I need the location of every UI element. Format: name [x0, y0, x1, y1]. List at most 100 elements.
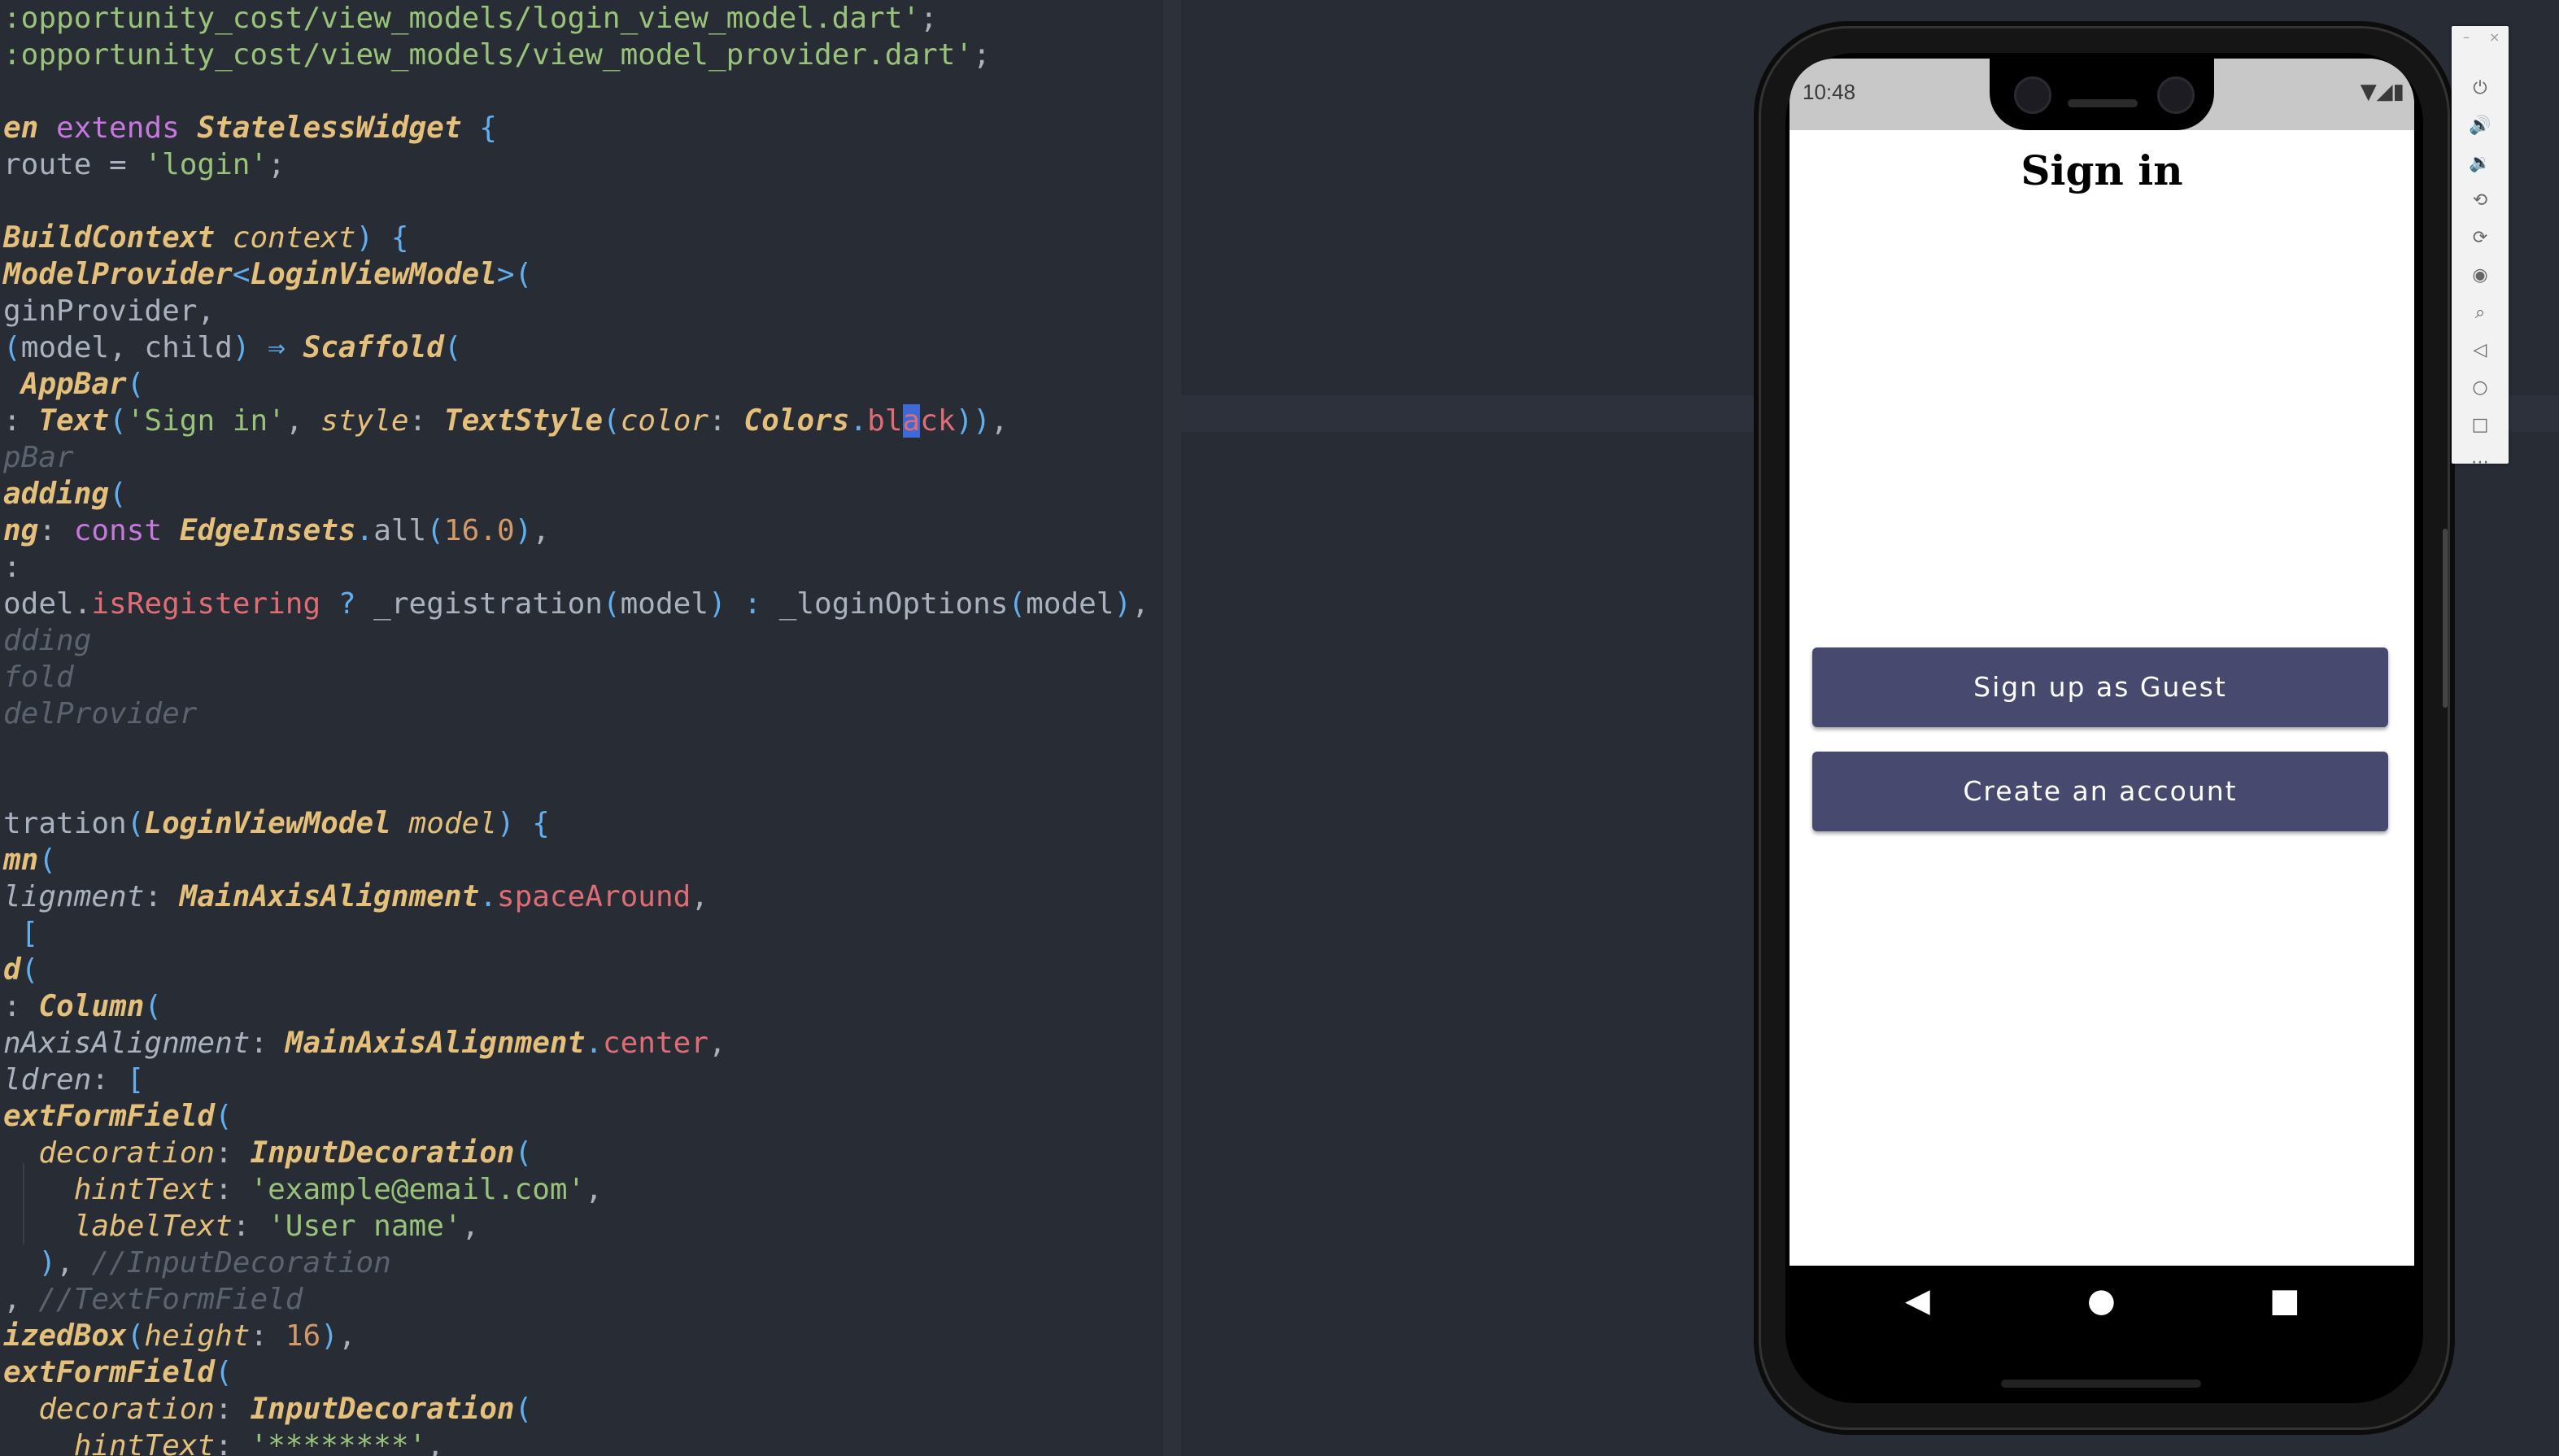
- code-token: adding: [3, 477, 110, 511]
- more-icon[interactable]: ⋯: [2452, 452, 2509, 473]
- code-token: (: [144, 990, 163, 1023]
- code-token: context: [232, 221, 356, 255]
- code-line: pBar: [3, 439, 74, 476]
- code-editor[interactable]: :opportunity_cost/view_models/login_view…: [0, 0, 1163, 1456]
- close-icon[interactable]: ×: [2489, 29, 2500, 45]
- code-token: (: [109, 404, 127, 438]
- code-token: ng: [3, 514, 39, 547]
- code-token: labelText: [3, 1210, 233, 1243]
- rotate-left-icon[interactable]: ⟲: [2452, 190, 2509, 211]
- code-token: (: [514, 1136, 533, 1170]
- code-token: :opportunity_cost/view_models/login_view…: [3, 2, 921, 35]
- code-token: ): [320, 1319, 338, 1353]
- code-token: color: [620, 404, 709, 438]
- sign-up-guest-button[interactable]: Sign up as Guest: [1812, 647, 2388, 727]
- code-token: (: [38, 844, 57, 877]
- status-time: 10:48: [1803, 80, 1856, 104]
- code-token: .: [849, 404, 868, 438]
- code-token: //TextFormField: [38, 1283, 303, 1316]
- code-token: :: [3, 990, 39, 1023]
- code-token: StatelessWidget: [197, 111, 480, 145]
- code-token: ): [1114, 587, 1132, 621]
- nav-home-icon[interactable]: ●: [2087, 1282, 2116, 1319]
- device-chin-speaker: [2001, 1380, 2201, 1388]
- code-token: :: [38, 514, 74, 547]
- code-token: 'User name': [268, 1210, 462, 1243]
- device-screen[interactable]: 10:48 ▼◢▮ Sign in Sign up as Guest Creat…: [1790, 59, 2414, 1336]
- code-token: 'Sign in': [126, 404, 286, 438]
- code-token: ) :: [708, 587, 779, 621]
- code-token: ;: [268, 148, 286, 181]
- code-token: TextStyle: [443, 404, 603, 438]
- code-token: InputDecoration: [250, 1136, 515, 1170]
- zoom-icon[interactable]: ⌕: [2452, 303, 2509, 323]
- power-icon[interactable]: ⏻: [2452, 78, 2509, 98]
- code-token: model: [620, 587, 708, 621]
- code-token: <: [232, 258, 251, 291]
- code-token: (: [109, 477, 127, 511]
- code-token: (: [1008, 587, 1027, 621]
- code-line: : Column(: [3, 988, 162, 1025]
- code-token: ) {: [496, 807, 550, 840]
- nav-recents-icon[interactable]: ■: [2269, 1282, 2300, 1319]
- volume-down-icon[interactable]: 🔉: [2452, 153, 2509, 173]
- code-token: (: [20, 953, 39, 987]
- code-token: LoginViewModel: [250, 258, 497, 291]
- code-token: decoration: [3, 1393, 216, 1426]
- code-line: , //TextFormField: [3, 1281, 303, 1318]
- code-token: const: [73, 514, 180, 547]
- code-line: nAxisAlignment: MainAxisAlignment.center…: [3, 1025, 726, 1061]
- code-token: (: [3, 331, 21, 364]
- code-line: hintText: 'example@email.com',: [3, 1171, 603, 1208]
- code-line: (model, child) ⇒ Scaffold(: [3, 329, 462, 366]
- code-token: extFormField: [3, 1100, 216, 1133]
- volume-up-icon[interactable]: 🔊: [2452, 116, 2509, 136]
- code-token: (: [215, 1100, 233, 1133]
- code-token: hintText: [3, 1429, 216, 1456]
- status-bar: 10:48 ▼◢▮: [1790, 59, 2414, 130]
- code-token: :opportunity_cost/view_models/view_model…: [3, 38, 974, 72]
- minimize-icon[interactable]: –: [2463, 29, 2470, 45]
- code-token: ,: [56, 1246, 92, 1279]
- code-token: ldren: [3, 1063, 92, 1096]
- code-token: //InputDecoration: [91, 1246, 391, 1279]
- code-token: ,: [1131, 587, 1149, 621]
- code-line: adding(: [3, 476, 127, 512]
- code-line: extFormField(: [3, 1354, 233, 1391]
- earpiece-speaker: [2068, 99, 2138, 107]
- overview-icon[interactable]: □: [2452, 415, 2509, 435]
- code-line: extFormField(: [3, 1098, 233, 1135]
- code-token: (: [126, 807, 145, 840]
- code-token: Text: [38, 404, 110, 438]
- code-line: mn(: [3, 842, 56, 878]
- code-token: Column: [38, 990, 145, 1023]
- code-token: d: [3, 953, 21, 987]
- code-line: izedBox(height: 16),: [3, 1318, 356, 1354]
- code-token: model: [408, 807, 497, 840]
- code-token: fold: [3, 660, 74, 694]
- code-token: odel.: [3, 587, 92, 621]
- code-token: .: [355, 514, 374, 547]
- nav-back-icon[interactable]: ◀: [1905, 1282, 1930, 1319]
- code-line: ng: const EdgeInsets.all(16.0),: [3, 512, 550, 549]
- code-token: 16: [285, 1319, 321, 1353]
- code-token: EdgeInsets: [179, 514, 356, 547]
- code-line: :opportunity_cost/view_models/view_model…: [3, 37, 991, 73]
- code-token: isRegistering: [91, 587, 338, 621]
- code-token: bl: [867, 404, 903, 438]
- code-token: _loginOptions: [778, 587, 1009, 621]
- code-token: hintText: [3, 1173, 216, 1206]
- code-line: tration(LoginViewModel model) {: [3, 805, 550, 842]
- code-line: decoration: InputDecoration(: [3, 1135, 532, 1171]
- back-icon[interactable]: ◁: [2452, 340, 2509, 360]
- code-token: Scaffold: [303, 331, 444, 364]
- camera-icon[interactable]: ◉: [2452, 265, 2509, 286]
- code-token: ,: [461, 1210, 480, 1243]
- create-account-button[interactable]: Create an account: [1812, 752, 2388, 831]
- home-icon[interactable]: ○: [2452, 377, 2509, 398]
- code-token: 'login': [144, 148, 268, 181]
- rotate-right-icon[interactable]: ⟳: [2452, 228, 2509, 248]
- code-token: :: [408, 404, 444, 438]
- code-token: ,: [691, 880, 709, 913]
- code-token: ,: [990, 404, 1009, 438]
